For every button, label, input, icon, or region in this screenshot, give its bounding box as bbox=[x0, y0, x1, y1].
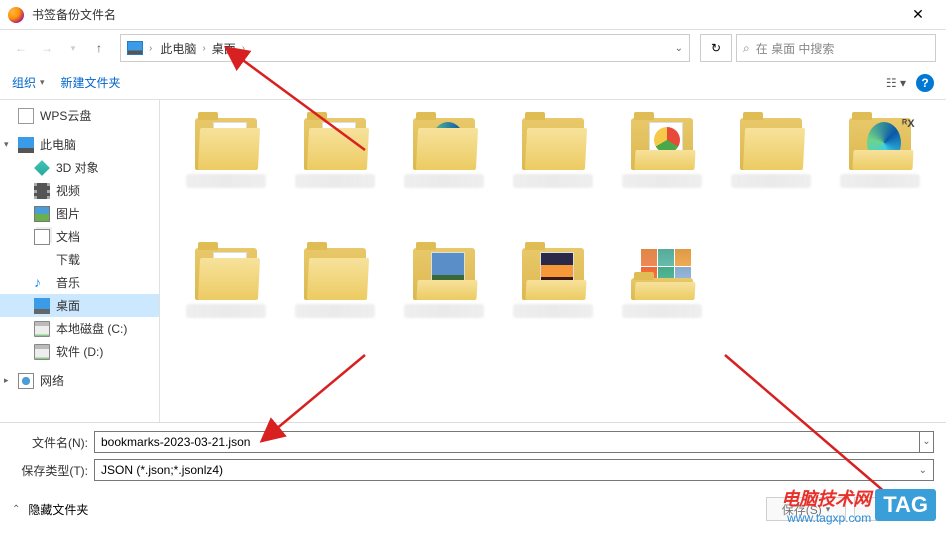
up-button[interactable]: ↑ bbox=[88, 37, 110, 59]
chevron-right-icon: › bbox=[149, 43, 152, 54]
window-title: 书签备份文件名 bbox=[32, 6, 898, 23]
folder-item[interactable] bbox=[178, 112, 275, 222]
folder-icon bbox=[304, 248, 366, 300]
filename-dropdown-icon[interactable]: ⌄ bbox=[920, 431, 934, 453]
sidebar-item-pc[interactable]: ▾此电脑 bbox=[0, 133, 159, 156]
search-placeholder: 在 桌面 中搜索 bbox=[756, 40, 835, 57]
refresh-button[interactable]: ↻ bbox=[700, 34, 732, 62]
sidebar: WPS云盘 ▾此电脑 3D 对象 视频 图片 文档 下载 ♪音乐 桌面 本地磁盘… bbox=[0, 100, 160, 422]
new-folder-button[interactable]: 新建文件夹 bbox=[61, 74, 121, 91]
folder-icon bbox=[304, 118, 366, 170]
file-label-blurred bbox=[295, 304, 375, 318]
sidebar-item-3d[interactable]: 3D 对象 bbox=[0, 156, 159, 179]
folder-icon bbox=[413, 118, 475, 170]
view-mode-button[interactable]: ☷ ▾ bbox=[886, 76, 906, 90]
back-button[interactable]: ← bbox=[10, 37, 32, 59]
navbar: ← → ▾ ↑ › 此电脑 › 桌面 › ⌄ ↻ ⌕ 在 桌面 中搜索 bbox=[0, 30, 946, 66]
file-label-blurred bbox=[513, 174, 593, 188]
folder-item[interactable] bbox=[505, 112, 602, 222]
expand-icon[interactable]: ▾ bbox=[4, 139, 9, 150]
hide-folders-button[interactable]: 隐藏文件夹 bbox=[28, 501, 88, 518]
file-label-blurred bbox=[513, 304, 593, 318]
sidebar-item-video[interactable]: 视频 bbox=[0, 179, 159, 202]
folder-item[interactable] bbox=[396, 112, 493, 222]
folder-item[interactable] bbox=[505, 242, 602, 352]
sidebar-item-pictures[interactable]: 图片 bbox=[0, 202, 159, 225]
folder-item[interactable] bbox=[613, 242, 710, 352]
footer: ⌃ 隐藏文件夹 保存(S)▾ 取消 bbox=[0, 487, 946, 531]
sidebar-item-drive-d[interactable]: 软件 (D:) bbox=[0, 340, 159, 363]
organize-button[interactable]: 组织 ▾ bbox=[12, 74, 45, 91]
expand-icon[interactable]: ▸ bbox=[4, 375, 9, 386]
save-button[interactable]: 保存(S)▾ bbox=[766, 497, 846, 521]
folder-item[interactable] bbox=[396, 242, 493, 352]
folder-icon: CRX bbox=[631, 118, 693, 170]
file-label-blurred bbox=[731, 174, 811, 188]
main-area: WPS云盘 ▾此电脑 3D 对象 视频 图片 文档 下载 ♪音乐 桌面 本地磁盘… bbox=[0, 100, 946, 422]
file-label-blurred bbox=[186, 174, 266, 188]
sidebar-item-music[interactable]: ♪音乐 bbox=[0, 271, 159, 294]
toolbar: 组织 ▾ 新建文件夹 ☷ ▾ ? bbox=[0, 66, 946, 100]
filetype-select[interactable]: JSON (*.json;*.jsonlz4) ⌄ bbox=[94, 459, 934, 481]
file-label-blurred bbox=[186, 304, 266, 318]
folder-icon: ᴿX bbox=[849, 118, 911, 170]
file-label-blurred bbox=[404, 174, 484, 188]
close-button[interactable]: ✕ bbox=[898, 1, 938, 29]
folder-item[interactable] bbox=[287, 242, 384, 352]
folder-icon bbox=[522, 118, 584, 170]
folder-icon bbox=[522, 248, 584, 300]
folder-icon bbox=[413, 248, 475, 300]
sidebar-item-wps[interactable]: WPS云盘 bbox=[0, 104, 159, 127]
folder-item[interactable] bbox=[287, 112, 384, 222]
address-bar[interactable]: › 此电脑 › 桌面 › ⌄ bbox=[120, 34, 690, 62]
save-form: 文件名(N): ⌄ 保存类型(T): JSON (*.json;*.jsonlz… bbox=[0, 422, 946, 481]
file-content-area[interactable]: CRX ᴿX bbox=[160, 100, 946, 422]
file-label-blurred bbox=[840, 174, 920, 188]
filename-label: 文件名(N): bbox=[12, 434, 88, 451]
breadcrumb-desktop[interactable]: 桌面 bbox=[210, 40, 238, 57]
folder-icon bbox=[195, 118, 257, 170]
chevron-down-icon: ⌄ bbox=[919, 465, 927, 476]
search-input[interactable]: ⌕ 在 桌面 中搜索 bbox=[736, 34, 936, 62]
breadcrumb: 此电脑 › 桌面 › bbox=[158, 40, 245, 57]
sidebar-item-desktop[interactable]: 桌面 bbox=[0, 294, 159, 317]
sidebar-item-drive-c[interactable]: 本地磁盘 (C:) bbox=[0, 317, 159, 340]
address-dropdown-icon[interactable]: ⌄ bbox=[675, 43, 683, 54]
forward-button[interactable]: → bbox=[36, 37, 58, 59]
expand-icon[interactable]: ⌃ bbox=[12, 504, 20, 515]
search-icon: ⌕ bbox=[743, 41, 750, 56]
filetype-label: 保存类型(T): bbox=[12, 462, 88, 479]
folder-icon bbox=[195, 248, 257, 300]
titlebar: 书签备份文件名 ✕ bbox=[0, 0, 946, 30]
file-label-blurred bbox=[622, 174, 702, 188]
folder-item[interactable]: ᴿX bbox=[831, 112, 928, 222]
folder-icon bbox=[740, 118, 802, 170]
folder-item[interactable]: CRX bbox=[613, 112, 710, 222]
file-label-blurred bbox=[295, 174, 375, 188]
filename-input[interactable] bbox=[94, 431, 920, 453]
sidebar-item-downloads[interactable]: 下载 bbox=[0, 248, 159, 271]
sidebar-item-network[interactable]: ▸网络 bbox=[0, 369, 159, 392]
folder-icon bbox=[631, 248, 693, 300]
help-button[interactable]: ? bbox=[916, 74, 934, 92]
cancel-button[interactable]: 取消 bbox=[854, 497, 934, 521]
folder-item[interactable] bbox=[178, 242, 275, 352]
file-label-blurred bbox=[622, 304, 702, 318]
pc-icon bbox=[127, 41, 143, 55]
firefox-icon bbox=[8, 7, 24, 23]
file-label-blurred bbox=[404, 304, 484, 318]
chevron-down-icon: ▾ bbox=[40, 77, 45, 88]
chevron-right-icon: › bbox=[242, 43, 245, 54]
sidebar-item-documents[interactable]: 文档 bbox=[0, 225, 159, 248]
history-dropdown-icon[interactable]: ▾ bbox=[62, 37, 84, 59]
breadcrumb-pc[interactable]: 此电脑 bbox=[158, 40, 198, 57]
chevron-right-icon: › bbox=[202, 43, 205, 54]
folder-item[interactable] bbox=[722, 112, 819, 222]
